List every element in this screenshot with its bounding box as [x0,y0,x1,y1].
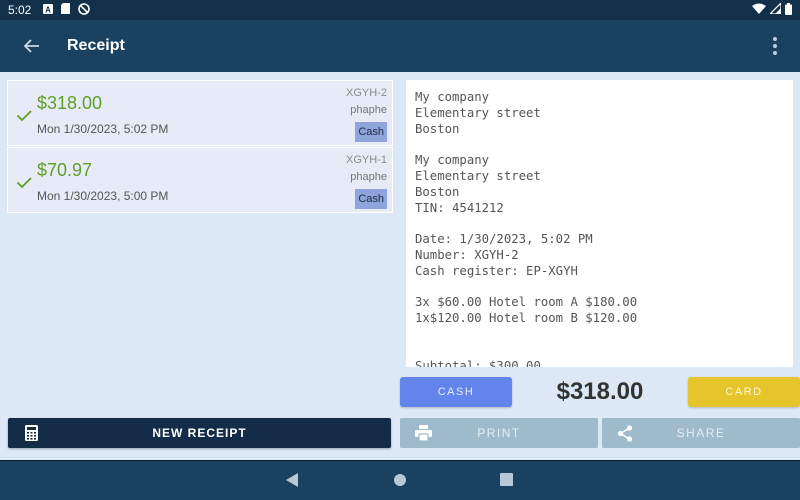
receipt-line: 1x$120.00 Hotel room B $120.00 [415,311,638,326]
total-amount: $318.00 [556,378,644,405]
new-receipt-label: NEW RECEIPT [152,426,247,440]
sync-disabled-icon [78,2,91,18]
nav-back-icon [286,473,298,487]
receipt-line [415,137,637,153]
card-label: CARD [725,386,763,398]
nav-recents-button[interactable] [500,473,513,491]
receipt-line: My company [415,153,490,168]
nav-recents-icon [500,473,513,486]
sd-card-icon [61,3,71,17]
share-icon [617,425,633,442]
status-bar: 5:02 A [0,0,800,20]
receipt-line: Date: 1/30/2023, 5:02 PM [415,232,593,247]
receipt-line [415,327,637,343]
receipt-line: Elementary street [415,105,541,120]
receipt-amount: $318.00 [37,93,103,113]
status-time: 5:02 [8,3,32,17]
receipt-number: XGYH-2 [346,87,387,99]
back-button[interactable] [20,34,44,58]
receipt-user: phaphe [350,171,387,183]
new-receipt-button[interactable]: NEW RECEIPT [8,418,391,448]
calculator-icon [25,425,38,441]
svg-text:A: A [45,6,51,15]
receipt-line: Boston [415,184,460,199]
receipt-list-item[interactable]: $70.97 Mon 1/30/2023, 5:00 PM XGYH-1 pha… [7,147,393,213]
receipt-date: Mon 1/30/2023, 5:00 PM [37,189,169,203]
receipt-text: My company Elementary street Boston My com… [415,90,637,367]
receipt-line: 3x $60.00 Hotel room A $180.00 [415,295,638,310]
print-button[interactable]: PRINT [400,418,598,448]
cash-button[interactable]: CASH [400,377,512,407]
printer-icon [415,425,432,441]
signal-icon [768,1,782,17]
receipt-line: My company [415,90,490,104]
system-navigation-bar [0,460,800,500]
receipt-line: Elementary street [415,168,541,183]
receipt-user: phaphe [350,104,387,116]
receipt-line: Cash register: EP-XGYH [415,263,578,278]
check-icon [16,177,32,189]
more-options-button[interactable] [770,34,780,58]
more-vert-icon [773,37,777,41]
check-icon [16,110,32,122]
share-button[interactable]: SHARE [602,418,800,448]
arrow-back-icon [24,39,39,53]
receipt-preview[interactable]: My company Elementary street Boston My com… [406,80,793,367]
card-button[interactable]: CARD [688,377,800,407]
receipt-line [415,216,637,232]
payment-badge: Cash [355,122,387,142]
share-label: SHARE [676,426,726,440]
receipt-line [415,280,637,296]
print-label: PRINT [477,426,521,440]
receipt-line: Number: XGYH-2 [415,247,519,262]
app-bar: Receipt [0,20,800,72]
receipt-line [415,343,637,359]
receipt-line: Subtotal: $300.00 [415,358,541,367]
receipt-list-item[interactable]: $318.00 Mon 1/30/2023, 5:02 PM XGYH-2 ph… [7,80,393,146]
cash-label: CASH [437,386,475,398]
nav-home-icon [394,474,406,486]
payment-badge: Cash [355,189,387,209]
receipt-list: $318.00 Mon 1/30/2023, 5:02 PM XGYH-2 ph… [7,80,393,214]
nav-back-button[interactable] [286,473,298,492]
page-title: Receipt [67,37,125,54]
nav-home-button[interactable] [393,473,407,492]
battery-icon [785,2,792,18]
receipt-date: Mon 1/30/2023, 5:02 PM [37,122,169,136]
receipt-line: TIN: 4541212 [415,200,504,215]
a-notification-icon: A [43,3,54,17]
wifi-icon [752,3,766,17]
receipt-line: Boston [415,121,460,136]
receipt-amount: $70.97 [37,160,93,180]
receipt-number: XGYH-1 [346,154,387,166]
